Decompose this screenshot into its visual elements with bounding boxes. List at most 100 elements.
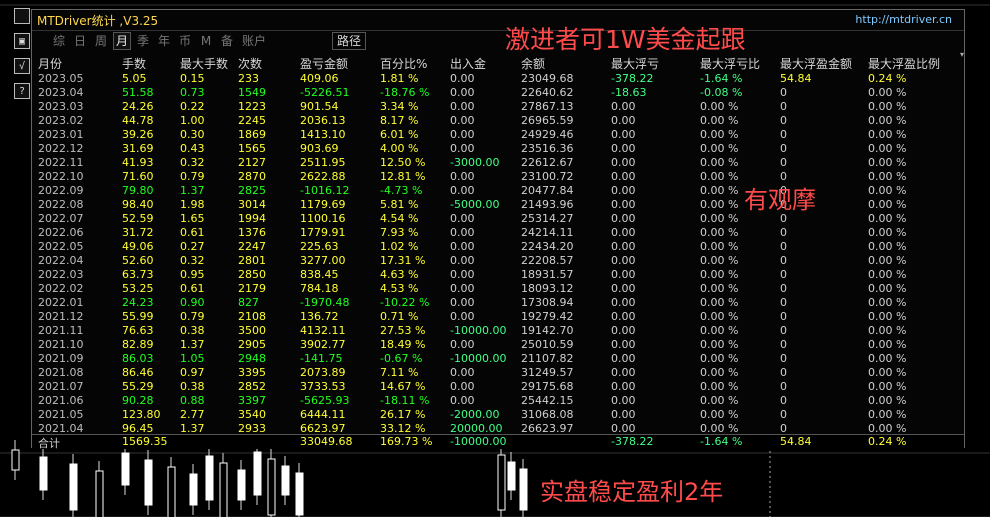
table-row[interactable]: 2022.02 53.25 0.61 2179 784.18 4.53 % 0.00 1809… [38, 282, 960, 296]
cell-lots: 41.93 [122, 156, 154, 169]
cell-max-fp: 0 [780, 86, 787, 99]
cell-balance: 18093.12 [521, 282, 574, 295]
cell-deposit: 0.00 [450, 100, 475, 113]
table-row[interactable]: 2022.04 52.60 0.32 2801 3277.00 17.31 % 0.00 22… [38, 254, 960, 268]
cell-month: 2021.08 [38, 366, 84, 379]
cell-max-fp: 0 [780, 142, 787, 155]
cell-month: 2022.09 [38, 184, 84, 197]
cell-pct: 8.17 % [380, 114, 419, 127]
candle [205, 446, 214, 510]
cell-pct: 4.00 % [380, 142, 419, 155]
cell-max-fp-pct: 0.00 % [868, 198, 907, 211]
tab-account[interactable]: 账户 [239, 32, 269, 50]
cell-deposit: 0.00 [450, 296, 475, 309]
cell-max-dd-pct: 0.00 % [700, 394, 739, 407]
table-row[interactable]: 2023.05 5.05 0.15 233 409.06 1.81 % 0.00 23049.… [38, 72, 960, 86]
table-row[interactable]: 2021.09 86.03 1.05 2948 -141.75 -0.67 % -10000… [38, 352, 960, 366]
cell-month: 2021.11 [38, 324, 84, 337]
tab-month[interactable]: 月 [113, 32, 131, 50]
cell-pct: 14.67 % [380, 380, 426, 393]
toolbar-toggle-icon[interactable] [14, 8, 30, 24]
cell-max-dd-pct: 0.00 % [700, 212, 739, 225]
tab-note[interactable]: 备 [218, 32, 236, 50]
tab-magic[interactable]: M [197, 32, 215, 50]
table-row[interactable]: 2021.06 90.28 0.88 3397 -5625.93 -18.11 % 0.00… [38, 394, 960, 408]
cell-lots: 76.63 [122, 324, 154, 337]
cell-month: 2022.03 [38, 268, 84, 281]
table-row[interactable]: 2021.11 76.63 0.38 3500 4132.11 27.53 % -10000… [38, 324, 960, 338]
screen-icon[interactable]: ▣ [14, 33, 30, 49]
cell-count: 2801 [238, 254, 266, 267]
table-row[interactable]: 2021.10 82.89 1.37 2905 3902.77 18.49 % 0.00 25… [38, 338, 960, 352]
cell-max-fp: 0 [780, 408, 787, 421]
table-row[interactable]: 2022.06 31.72 0.61 1376 1779.91 7.93 % 0.00 242… [38, 226, 960, 240]
table-row[interactable]: 2022.11 41.93 0.32 2127 2511.95 12.50 % -3000.… [38, 156, 960, 170]
table-row[interactable]: 2021.12 55.99 0.79 2108 136.72 0.71 % 0.00 1927… [38, 310, 960, 324]
cell-max-lots: 0.97 [180, 366, 205, 379]
help-icon[interactable]: ? [14, 83, 30, 99]
table-row[interactable]: 2022.12 31.69 0.43 1565 903.69 4.00 % 0.00 2351… [38, 142, 960, 156]
tab-quarter[interactable]: 季 [134, 32, 152, 50]
table-row[interactable]: 2021.07 55.29 0.38 2852 3733.53 14.67 % 0.00 29… [38, 380, 960, 394]
sort-arrow-icon[interactable]: ▾ [960, 50, 964, 59]
cell-max-fp-pct: 0.00 % [868, 156, 907, 169]
tab-week[interactable]: 周 [92, 32, 110, 50]
table-row[interactable]: 2022.03 63.73 0.95 2850 838.45 4.63 % 0.00 1893… [38, 268, 960, 282]
cell-balance: 25010.59 [521, 338, 574, 351]
cell-max-dd-pct: 0.00 % [700, 366, 739, 379]
cell-max-fp-pct: 0.00 % [868, 254, 907, 267]
cell-lots: 53.25 [122, 282, 154, 295]
cell-pct: 4.63 % [380, 268, 419, 281]
cell-balance: 19142.70 [521, 324, 574, 337]
table-row[interactable]: 2022.10 71.60 0.79 2870 2622.88 12.81 % 0.00 23… [38, 170, 960, 184]
table-row[interactable]: 2022.07 52.59 1.65 1994 1100.16 4.54 % 0.00 253… [38, 212, 960, 226]
tab-year[interactable]: 年 [155, 32, 173, 50]
cell-month: 2021.12 [38, 310, 84, 323]
table-row[interactable]: 2021.08 86.46 0.97 3395 2073.89 7.11 % 0.00 312… [38, 366, 960, 380]
cell-pnl: -141.75 [300, 352, 343, 365]
cell-balance: 24214.11 [521, 226, 574, 239]
total-max-drawdown-pct: -1.64 % [700, 435, 743, 448]
cell-pct: 1.02 % [380, 240, 419, 253]
cell-max-lots: 0.88 [180, 394, 205, 407]
table-row[interactable]: 2022.08 98.40 1.98 3014 1179.69 5.81 % -5000.0… [38, 198, 960, 212]
path-button[interactable]: 路径 [332, 32, 367, 50]
cell-max-dd-pct: 0.00 % [700, 324, 739, 337]
table-row[interactable]: 2021.05 123.80 2.77 3540 6444.11 26.17 % -2000… [38, 408, 960, 422]
cell-pnl: 136.72 [300, 310, 339, 323]
tab-summary[interactable]: 综 [50, 32, 68, 50]
cell-deposit: 0.00 [450, 310, 475, 323]
tab-currency[interactable]: 币 [176, 32, 194, 50]
table-row[interactable]: 2023.02 44.78 1.00 2245 2036.13 8.17 % 0.00 269… [38, 114, 960, 128]
table-row[interactable]: 2022.09 79.80 1.37 2825 -1016.12 -4.73 % 0.00 2… [38, 184, 960, 198]
site-url[interactable]: http://mtdriver.cn [855, 13, 952, 26]
cell-deposit: 0.00 [450, 212, 475, 225]
check-icon[interactable]: √ [14, 58, 30, 74]
cell-max-dd-pct: 0.00 % [700, 408, 739, 421]
cell-pnl: 1179.69 [300, 198, 346, 211]
cell-max-lots: 0.38 [180, 380, 205, 393]
cell-pnl: -5625.93 [300, 394, 350, 407]
cell-count: 2245 [238, 114, 266, 127]
cell-max-dd: 0.00 [611, 212, 636, 225]
cell-max-fp-pct: 0.00 % [868, 352, 907, 365]
cell-lots: 82.89 [122, 338, 154, 351]
period-tabs: 综 日 周 月 季 年 币 M 备 账户 [50, 32, 269, 50]
cell-max-lots: 0.22 [180, 100, 205, 113]
table-row[interactable]: 2023.04 51.58 0.73 1549 -5226.51 -18.76 % 0.00… [38, 86, 960, 100]
cell-max-dd-pct: 0.00 % [700, 114, 739, 127]
table-row[interactable]: 2022.01 24.23 0.90 827 -1970.48 -10.22 % 0.00 1… [38, 296, 960, 310]
cell-pnl: 3733.53 [300, 380, 346, 393]
cell-max-fp-pct: 0.00 % [868, 100, 907, 113]
table-row[interactable]: 2022.05 49.06 0.27 2247 225.63 1.02 % 0.00 2243… [38, 240, 960, 254]
candle [69, 454, 78, 517]
candle [267, 449, 276, 517]
cell-count: 2825 [238, 184, 266, 197]
cell-balance: 17308.94 [521, 296, 574, 309]
cell-lots: 123.80 [122, 408, 161, 421]
cell-deposit: -5000.00 [450, 198, 500, 211]
table-row[interactable]: 2023.01 39.26 0.30 1869 1413.10 6.01 % 0.00 249… [38, 128, 960, 142]
tab-day[interactable]: 日 [71, 32, 89, 50]
cell-pnl: 3277.00 [300, 254, 346, 267]
table-row[interactable]: 2023.03 24.26 0.22 1223 901.54 3.34 % 0.00 2786… [38, 100, 960, 114]
